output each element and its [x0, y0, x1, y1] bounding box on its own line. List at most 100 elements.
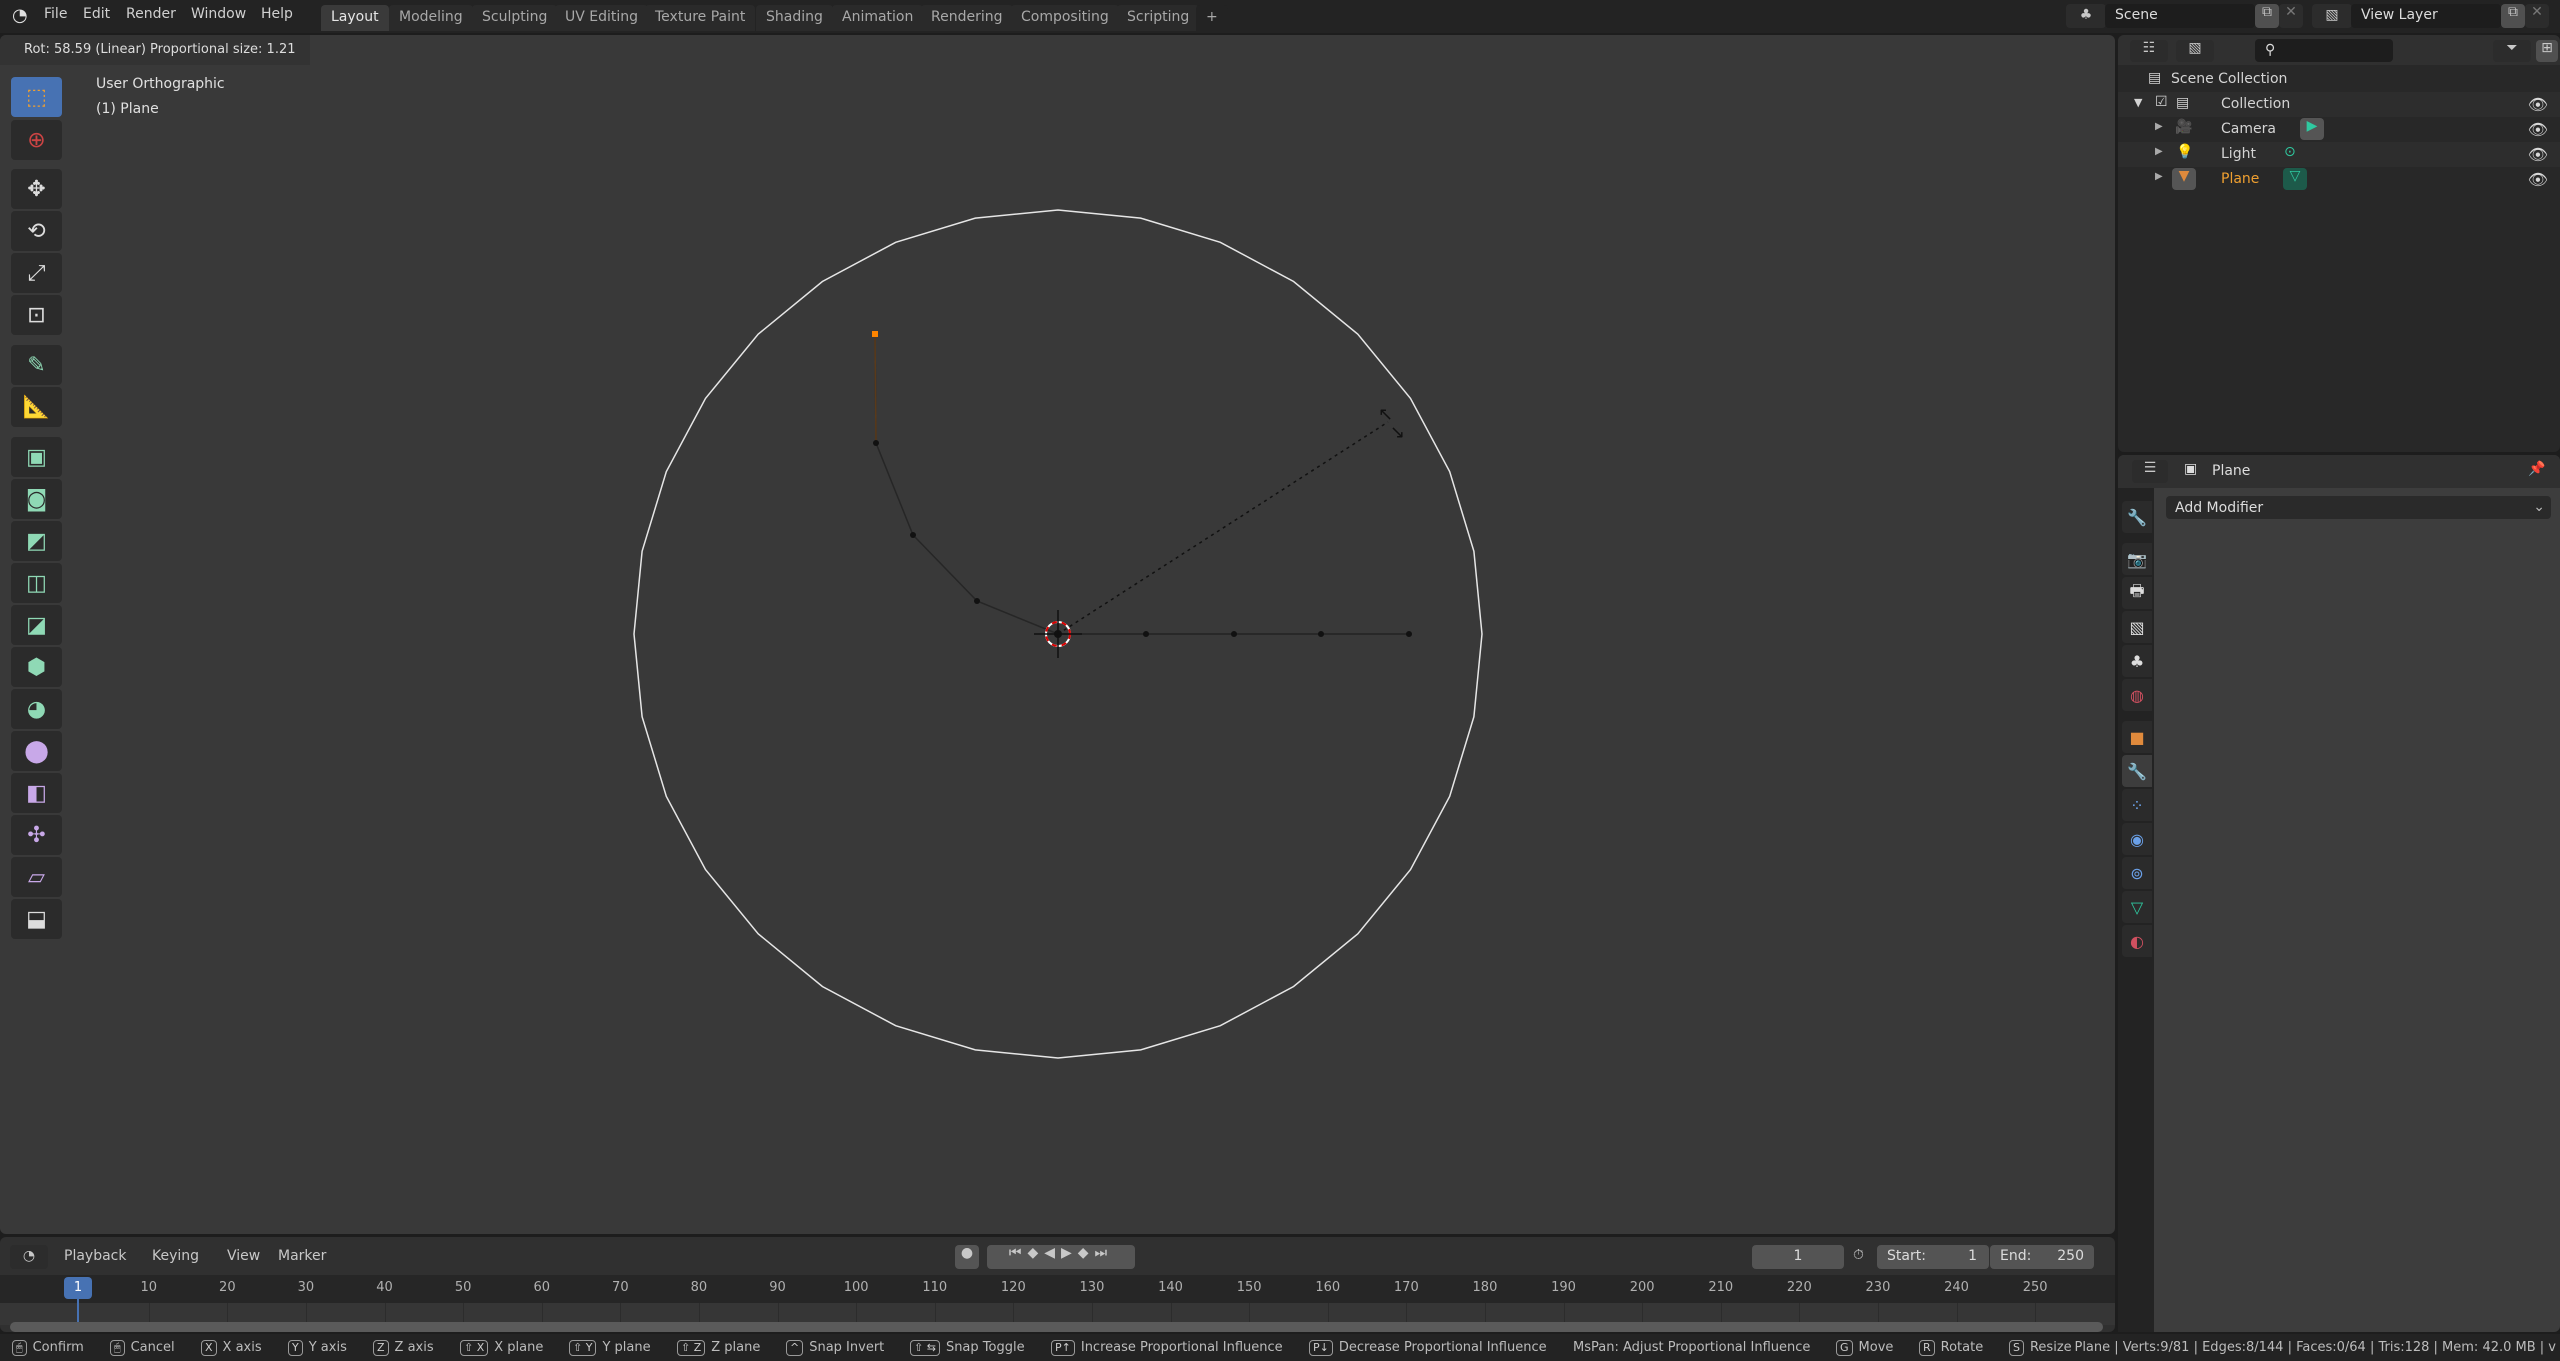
timeline-scrollbar[interactable]	[10, 1322, 2103, 1332]
start-label: Start:	[1887, 1248, 1926, 1264]
marker-menu[interactable]: Marker	[278, 1248, 326, 1264]
world-tab-icon[interactable]: ◍	[2122, 679, 2152, 711]
playhead[interactable]: 1	[64, 1277, 92, 1299]
expand-arrow-icon[interactable]: ▶	[2155, 121, 2163, 132]
frame-tick-label: 190	[1551, 1280, 1576, 1295]
editor-type-icon[interactable]: ◔	[10, 1245, 48, 1269]
constraints-tab-icon[interactable]: ⊚	[2122, 857, 2152, 889]
expand-arrow-icon[interactable]: ▶	[2155, 171, 2163, 182]
outliner-search-input[interactable]: ⚲	[2255, 39, 2393, 62]
new-view-layer-icon[interactable]: ⧉	[2501, 4, 2525, 28]
filter-view-layer-icon[interactable]: ▧	[2176, 40, 2214, 62]
tab-scripting[interactable]: Scripting	[1117, 5, 1200, 31]
menu-help[interactable]: Help	[261, 6, 293, 22]
key-icon: X	[201, 1340, 217, 1356]
render-tab-icon[interactable]: 📷	[2122, 543, 2152, 575]
view-layer-selector-icon[interactable]: ▧	[2312, 4, 2352, 28]
visibility-eye-icon[interactable]: 👁	[2528, 95, 2548, 114]
new-scene-icon[interactable]: ⧉	[2255, 4, 2279, 28]
light-icon: 💡	[2176, 144, 2194, 160]
tool-tab-icon[interactable]: 🔧	[2122, 501, 2152, 533]
add-workspace-button[interactable]: +	[1196, 5, 1228, 31]
expand-arrow-icon[interactable]: ▶	[2155, 146, 2163, 157]
editor-type-icon[interactable]: ☰	[2132, 460, 2168, 483]
menu-render[interactable]: Render	[126, 6, 176, 22]
scene-name-field[interactable]: Scene	[2105, 4, 2255, 28]
scene-tab-icon[interactable]: ♣	[2122, 645, 2152, 677]
status-hint-label: Z plane	[711, 1340, 761, 1355]
output-tab-icon[interactable]: 🖶	[2122, 577, 2152, 609]
frame-ruler[interactable]: 10 20 30 40 50 60 70 80 90 100 110 120 130 140 150 160 1…	[0, 1275, 2115, 1303]
selected-edge	[874, 333, 877, 444]
outliner-row-scene-collection[interactable]: ▤ Scene Collection	[2118, 67, 2560, 92]
mesh-data-icon[interactable]: ▽	[2283, 168, 2307, 190]
delete-scene-icon[interactable]: ✕	[2279, 4, 2303, 28]
outliner-row-camera[interactable]: ▶ 🎥 Camera ▶ 👁	[2118, 117, 2560, 142]
key-icon: ⇧ X	[460, 1340, 489, 1356]
filter-icon[interactable]: ⏷	[2493, 40, 2531, 62]
add-modifier-dropdown[interactable]: Add Modifier ⌄	[2166, 496, 2551, 519]
scene-selector-icon[interactable]: ♣	[2066, 4, 2106, 28]
3d-cursor-icon[interactable]	[1034, 610, 1082, 658]
tab-shading[interactable]: Shading	[756, 5, 833, 31]
new-collection-icon[interactable]: ⊞	[2536, 40, 2558, 62]
display-mode-icon[interactable]: ☷	[2130, 40, 2168, 62]
tab-layout[interactable]: Layout	[321, 5, 389, 31]
object-tab-icon[interactable]: ■	[2122, 721, 2152, 753]
visibility-eye-icon[interactable]: 👁	[2528, 145, 2548, 164]
data-tab-icon[interactable]: ▽	[2122, 891, 2152, 923]
view-layer-field[interactable]: View Layer	[2351, 4, 2501, 28]
tab-compositing[interactable]: Compositing	[1011, 5, 1119, 31]
stopwatch-icon[interactable]: ⏱	[1853, 1247, 1864, 1263]
menu-window[interactable]: Window	[191, 6, 246, 22]
vertices	[873, 440, 1412, 638]
frame-tick-label: 30	[297, 1280, 315, 1295]
record-button[interactable]: ●	[955, 1245, 979, 1269]
visibility-eye-icon[interactable]: 👁	[2528, 120, 2548, 139]
camera-data-icon[interactable]: ▶	[2300, 118, 2324, 140]
playback-menu[interactable]: Playback	[64, 1248, 126, 1264]
properties-header: ☰ ▣ Plane 📌	[2118, 455, 2560, 488]
status-hint: 🖱 Confirm	[12, 1340, 84, 1356]
tab-animation[interactable]: Animation	[832, 5, 924, 31]
keying-menu[interactable]: Keying	[152, 1248, 199, 1264]
key-icon: Y	[288, 1340, 303, 1356]
checkbox-icon[interactable]: ☑	[2155, 94, 2168, 110]
3d-viewport[interactable]: Rot: 58.59 (Linear) Proportional size: 1…	[0, 35, 2115, 1234]
status-hint: MsPan: Adjust Proportional Influence	[1573, 1340, 1810, 1355]
status-hint: S Resize	[2009, 1340, 2072, 1356]
current-frame-field[interactable]: 1	[1752, 1245, 1844, 1269]
vertex	[873, 440, 879, 446]
view-layer-tab-icon[interactable]: ▧	[2122, 611, 2152, 643]
status-hint-label: Y plane	[602, 1340, 651, 1355]
playback-controls[interactable]: ⏮◆◀▶◆⏭	[987, 1245, 1135, 1269]
expand-arrow-icon[interactable]: ▼	[2134, 96, 2142, 109]
light-data-icon[interactable]: ⊙	[2284, 144, 2296, 160]
start-frame-field[interactable]: Start: 1	[1877, 1245, 1989, 1269]
status-hint: Z Z axis	[373, 1340, 434, 1356]
tab-uv-editing[interactable]: UV Editing	[555, 5, 649, 31]
status-hint-label: Cancel	[130, 1340, 175, 1355]
menu-file[interactable]: File	[44, 6, 67, 22]
visibility-eye-icon[interactable]: 👁	[2528, 170, 2548, 189]
outliner-row-plane[interactable]: ▶ ▼ Plane ▽ 👁	[2118, 167, 2560, 192]
camera-label: Camera	[2221, 121, 2276, 137]
tab-texture-paint[interactable]: Texture Paint	[645, 5, 756, 31]
blender-logo-icon[interactable]: ◔	[12, 5, 28, 26]
pin-icon[interactable]: 📌	[2528, 461, 2545, 477]
tab-modeling[interactable]: Modeling	[389, 5, 473, 31]
tab-sculpting[interactable]: Sculpting	[472, 5, 558, 31]
frame-tick-label: 10	[140, 1280, 158, 1295]
tab-rendering[interactable]: Rendering	[921, 5, 1013, 31]
outliner-row-collection[interactable]: ▼ ☑ ▤ Collection 👁	[2118, 92, 2560, 117]
view-menu[interactable]: View	[227, 1248, 260, 1264]
menu-edit[interactable]: Edit	[83, 6, 110, 22]
material-tab-icon[interactable]: ◐	[2122, 925, 2152, 957]
delete-view-layer-icon[interactable]: ✕	[2525, 4, 2549, 28]
physics-tab-icon[interactable]: ◉	[2122, 823, 2152, 855]
key-icon: P↑	[1051, 1340, 1075, 1356]
end-frame-field[interactable]: End: 250	[1990, 1245, 2094, 1269]
modifiers-tab-icon[interactable]: 🔧	[2122, 755, 2152, 787]
outliner-row-light[interactable]: ▶ 💡 Light ⊙ 👁	[2118, 142, 2560, 167]
particles-tab-icon[interactable]: ⁘	[2122, 789, 2152, 821]
